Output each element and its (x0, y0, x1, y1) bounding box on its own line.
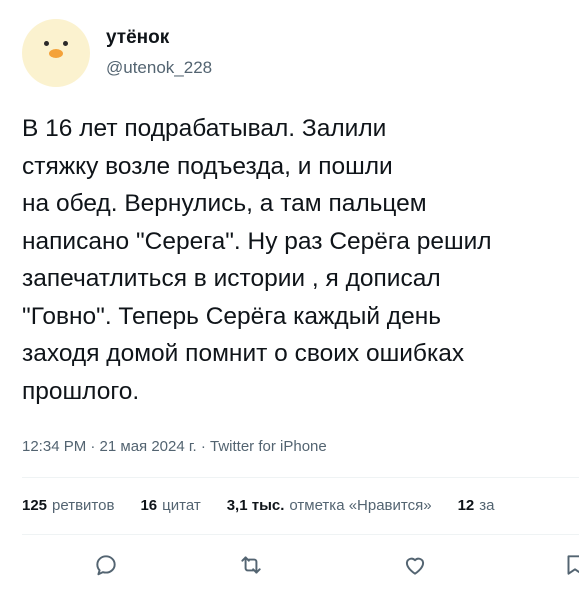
heart-icon (405, 557, 425, 575)
divider (22, 477, 579, 478)
like-button[interactable] (398, 548, 432, 582)
stat-count: 3,1 тыс. (226, 497, 285, 514)
reply-button[interactable] (89, 548, 123, 582)
duck-beak-icon (49, 49, 63, 58)
tweet-stats: 125 ретвитов 16 цитат 3,1 тыс. отметка «… (22, 497, 521, 514)
stat-bookmarks[interactable]: 12 за (458, 497, 495, 514)
stat-count: 16 (140, 497, 158, 514)
stat-label: цитат (162, 497, 201, 514)
retweet-button[interactable] (234, 548, 268, 582)
stat-label: за (479, 497, 495, 514)
retweet-icon (241, 556, 261, 574)
duck-eye-right-icon (63, 41, 68, 46)
stat-label: отметка «Нравится» (289, 497, 432, 514)
display-name[interactable]: утёнок (106, 27, 169, 49)
tweet-actions (0, 548, 579, 588)
stat-count: 125 (22, 497, 48, 514)
tweet-meta: 12:34 PM · 21 мая 2024 г. · Twitter for … (22, 438, 327, 455)
stat-quotes[interactable]: 16 цитат (140, 497, 200, 514)
reply-icon (96, 555, 116, 576)
tweet-text: В 16 лет подрабатывал. Залили стяжку воз… (22, 115, 492, 405)
share-icon (567, 555, 579, 575)
stat-label: ретвитов (52, 497, 115, 514)
share-button[interactable] (558, 548, 579, 582)
user-handle[interactable]: @utenok_228 (106, 58, 212, 78)
duck-eye-left-icon (44, 41, 49, 46)
stat-likes[interactable]: 3,1 тыс. отметка «Нравится» (227, 497, 432, 514)
stat-count: 12 (457, 497, 475, 514)
divider (22, 534, 579, 535)
stat-retweets[interactable]: 125 ретвитов (22, 497, 114, 514)
avatar[interactable] (22, 19, 90, 87)
